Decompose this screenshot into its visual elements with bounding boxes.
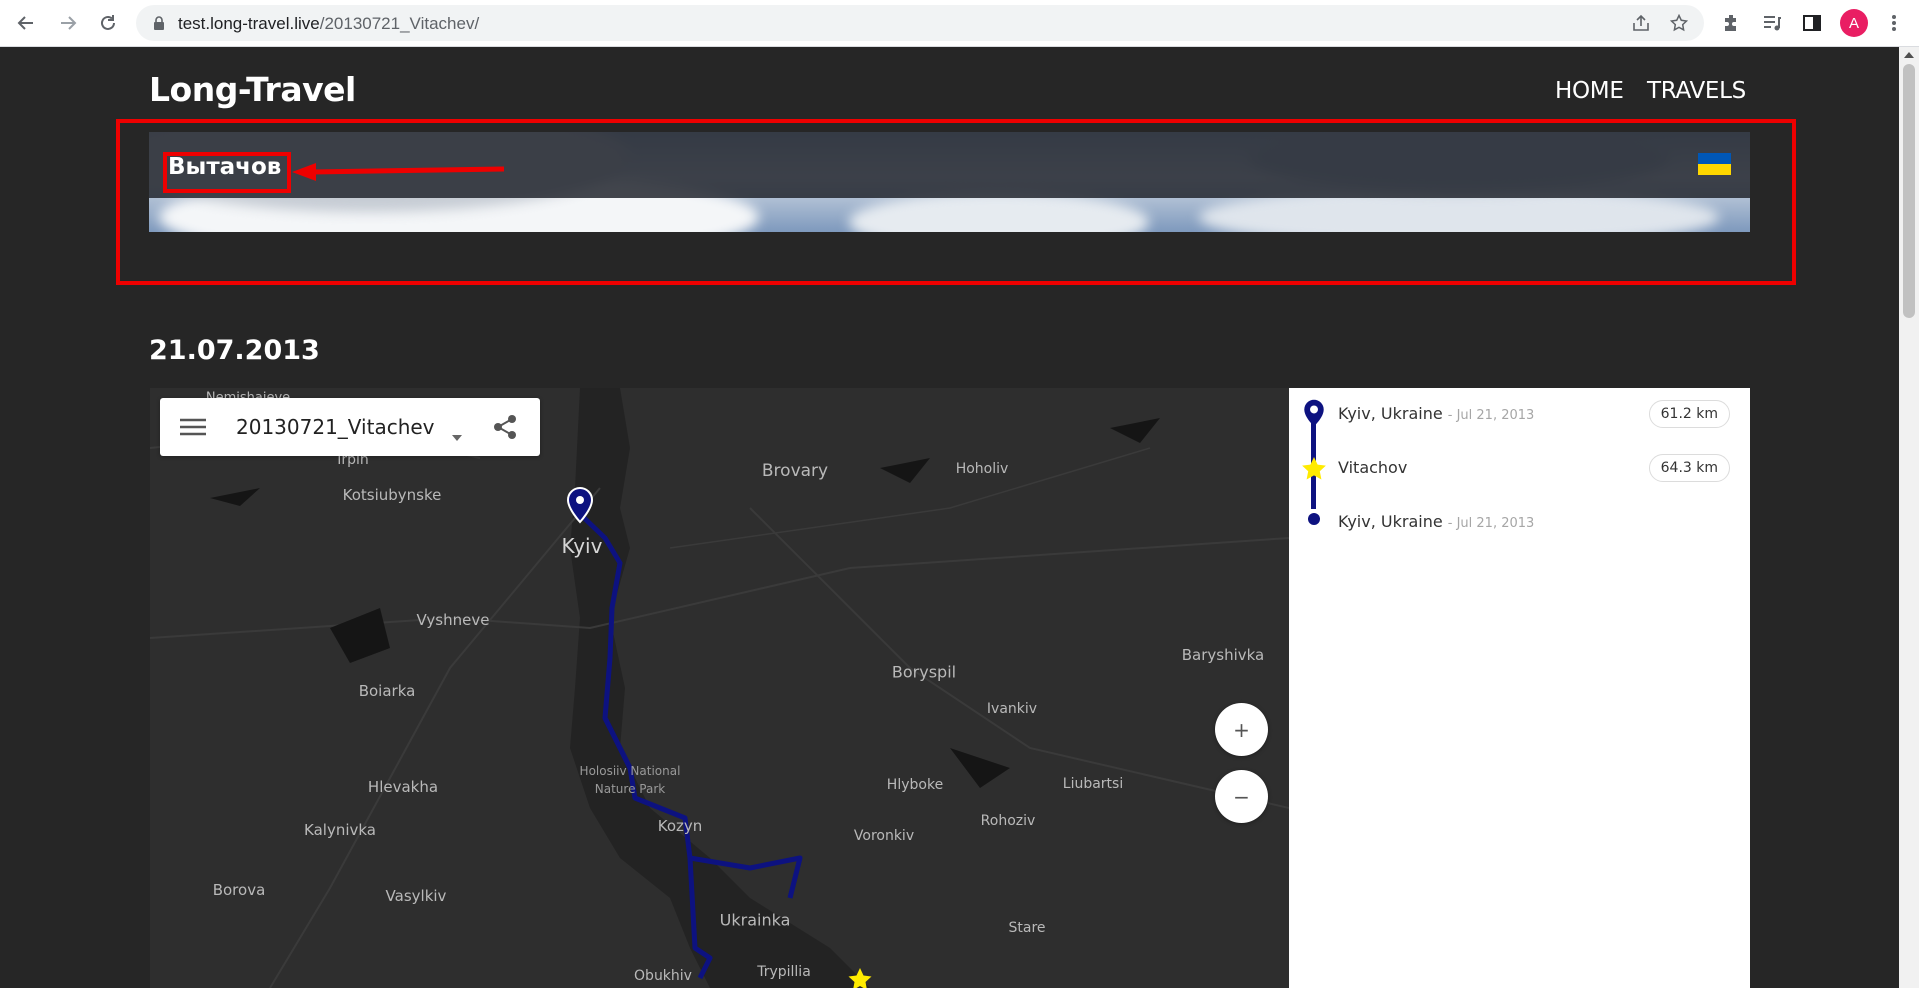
map-label: Brovary bbox=[761, 461, 829, 481]
url-path: /20130721_Vitachev/ bbox=[319, 14, 480, 33]
map-label: Liubartsi bbox=[1062, 776, 1124, 792]
route-map[interactable]: Nemishaieve Irpin Kotsiubynske Brovary H… bbox=[150, 388, 1289, 988]
site-title[interactable]: Long-Travel bbox=[149, 70, 356, 109]
map-label: Boryspil bbox=[891, 662, 957, 682]
address-bar[interactable]: test.long-travel.live/20130721_Vitachev/ bbox=[136, 5, 1704, 41]
back-arrow-icon bbox=[17, 16, 33, 30]
url-host: test.long-travel.live bbox=[178, 14, 320, 33]
map-title-panel: 20130721_Vitachev bbox=[160, 398, 540, 456]
browser-toolbar: test.long-travel.live/20130721_Vitachev/… bbox=[0, 0, 1919, 47]
zoom-out-button[interactable]: − bbox=[1215, 770, 1268, 823]
zoom-in-button[interactable]: + bbox=[1215, 703, 1268, 756]
map-label-kyiv: Kyiv bbox=[561, 534, 603, 558]
map-label: Vyshneve bbox=[416, 611, 490, 629]
stop-distance: 64.3 km bbox=[1648, 454, 1730, 482]
nav-travels-link[interactable]: TRAVELS bbox=[1647, 78, 1746, 104]
annotation-box-title bbox=[163, 152, 291, 193]
stop-name: Kyiv, Ukraine bbox=[1338, 404, 1443, 423]
map-label: Hlyboke bbox=[886, 777, 944, 793]
stop-name-text: Kyiv, Ukraine - Jul 21, 2013 bbox=[1338, 404, 1534, 423]
map-label: Ukrainka bbox=[719, 910, 791, 930]
side-panel-icon[interactable] bbox=[1800, 11, 1824, 35]
map-title[interactable]: 20130721_Vitachev bbox=[236, 415, 435, 439]
stop-date: - Jul 21, 2013 bbox=[1447, 516, 1535, 531]
map-label: Boiarka bbox=[358, 682, 416, 700]
map-label: Kozyn bbox=[657, 817, 703, 835]
media-queue-icon[interactable] bbox=[1760, 11, 1784, 35]
stop-name-text: Kyiv, Ukraine - Jul 21, 2013 bbox=[1338, 512, 1534, 531]
back-button[interactable] bbox=[12, 9, 40, 37]
stop-distance: 61.2 km bbox=[1648, 400, 1730, 428]
map-label: Baryshivka bbox=[1181, 646, 1265, 664]
pin-icon bbox=[1304, 399, 1324, 427]
map-label: Vasylkiv bbox=[385, 887, 447, 905]
star-icon bbox=[1302, 457, 1326, 480]
stop-name: Vitachov bbox=[1338, 458, 1408, 477]
reload-button[interactable] bbox=[94, 9, 122, 37]
scroll-up-arrow-icon[interactable] bbox=[1904, 52, 1914, 58]
map-label: Trypillia bbox=[757, 964, 811, 980]
nav-home-link[interactable]: HOME bbox=[1555, 78, 1624, 104]
trip-date: 21.07.2013 bbox=[149, 335, 320, 366]
page-scrollbar-thumb[interactable] bbox=[1903, 64, 1915, 318]
map-label: Voronkiv bbox=[853, 828, 915, 844]
stops-panel: Kyiv, Ukraine - Jul 21, 2013 61.2 km Vit… bbox=[1289, 388, 1750, 988]
caret-down-icon[interactable] bbox=[452, 426, 462, 445]
lock-icon[interactable] bbox=[150, 14, 168, 32]
map-label: Holosiiv National bbox=[579, 764, 681, 778]
url-text[interactable]: test.long-travel.live/20130721_Vitachev/ bbox=[178, 14, 479, 34]
stop-name: Kyiv, Ukraine bbox=[1338, 512, 1443, 531]
browser-menu-icon[interactable] bbox=[1882, 11, 1906, 35]
dot-icon bbox=[1308, 513, 1320, 525]
map-label: Hlevakha bbox=[367, 778, 439, 796]
map-label: Rohoziv bbox=[980, 813, 1036, 829]
stop-item[interactable]: Vitachov 64.3 km bbox=[1289, 454, 1750, 484]
bookmark-star-icon[interactable] bbox=[1670, 14, 1688, 32]
stop-item[interactable]: Kyiv, Ukraine - Jul 21, 2013 61.2 km bbox=[1289, 399, 1750, 430]
stop-date: - Jul 21, 2013 bbox=[1447, 408, 1535, 423]
extensions-icon[interactable] bbox=[1720, 11, 1744, 35]
map-label: Stare bbox=[1008, 920, 1046, 936]
menu-icon[interactable] bbox=[180, 418, 206, 440]
forward-arrow-icon bbox=[61, 16, 77, 30]
profile-avatar[interactable]: A bbox=[1840, 9, 1868, 37]
stop-item[interactable]: Kyiv, Ukraine - Jul 21, 2013 bbox=[1289, 508, 1750, 538]
map-label: Hoholiv bbox=[955, 461, 1009, 477]
annotation-arrow-icon bbox=[292, 163, 505, 181]
map-label: Nature Park bbox=[594, 782, 666, 796]
share-icon[interactable] bbox=[493, 414, 517, 444]
map-label: Borova bbox=[212, 881, 266, 899]
annotation-box-banner bbox=[116, 119, 1796, 285]
forward-button[interactable] bbox=[54, 9, 82, 37]
map-label: Kalynivka bbox=[304, 821, 376, 839]
map-label: Kotsiubynske bbox=[342, 486, 442, 504]
map-label: Obukhiv bbox=[634, 968, 692, 984]
map-base-layer bbox=[150, 388, 1289, 988]
map-label: Ivankiv bbox=[986, 701, 1038, 717]
share-icon[interactable] bbox=[1632, 14, 1650, 32]
reload-icon bbox=[101, 15, 115, 30]
